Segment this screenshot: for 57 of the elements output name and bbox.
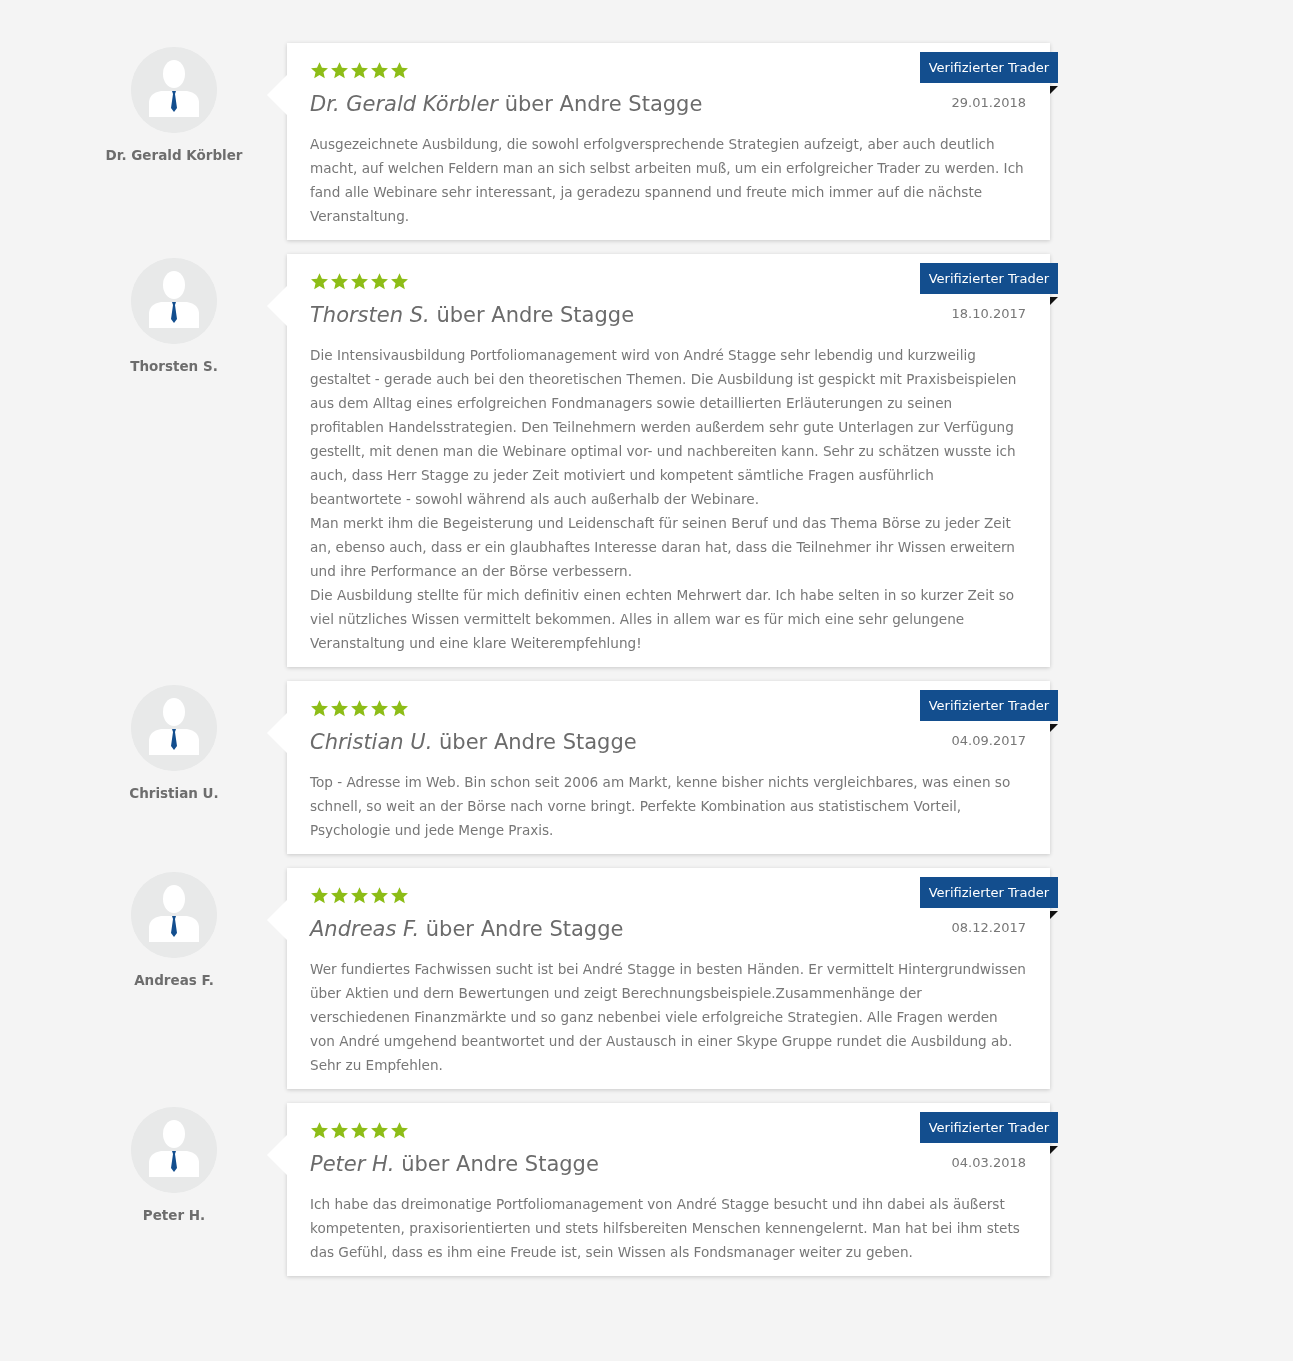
- author-name: Dr. Gerald Körbler: [105, 147, 243, 163]
- star-icon: [370, 886, 389, 905]
- verified-badge: Verifizierter Trader: [919, 52, 1058, 83]
- review-date: 08.12.2017: [951, 920, 1026, 935]
- review-title: Dr. Gerald Körbler über Andre Stagge: [310, 92, 703, 116]
- verified-badge: Verifizierter Trader: [919, 877, 1058, 908]
- star-icon: [370, 272, 389, 291]
- verified-badge: Verifizierter Trader: [919, 1112, 1058, 1143]
- review-date: 18.10.2017: [951, 306, 1026, 321]
- star-icon: [390, 699, 409, 718]
- star-icon: [330, 886, 349, 905]
- author-name: Andreas F.: [134, 972, 214, 988]
- star-icon: [390, 61, 409, 80]
- star-icon: [330, 699, 349, 718]
- review-text: Die Ausbildung stellte für mich definitiv einen echten Mehrwert dar. Ich habe selten in so kurzer Zeit so viel nützliches Wissen vermittelt bekommen. Alles in allem war es für mich eine sehr gelungene Veranstaltung und eine klare Weiterempfehlung!: [310, 586, 1016, 653]
- review-title: Peter H. über Andre Stagge: [310, 1152, 599, 1176]
- verified-badge: Verifizierter Trader: [919, 690, 1058, 721]
- star-icon: [310, 886, 329, 905]
- star-icon: [310, 1121, 329, 1140]
- star-icon: [370, 61, 389, 80]
- star-icon: [370, 1121, 389, 1140]
- star-icon: [350, 1121, 369, 1140]
- review-title: Andreas F. über Andre Stagge: [310, 917, 624, 941]
- review-date: 04.03.2018: [951, 1155, 1026, 1170]
- ribbon-fold-icon: [1050, 1146, 1058, 1154]
- star-icon: [350, 886, 369, 905]
- star-icon: [390, 1121, 409, 1140]
- star-icon: [390, 886, 409, 905]
- author-name: Thorsten S.: [130, 358, 218, 374]
- review-text: Wer fundiertes Fachwissen sucht ist bei André Stagge in besten Händen. Er vermittelt Hintergrundwissen über Aktien und dern Bewertungen und zeigt Berechnungsbeispiele.Zusammenhänge der verschiedenen Finanzmärkte und so ganz nebenbei viele erfolgreiche Strategien. Alle Fragen werden von André umgehend beantwortet und der Austausch in einer Skype Gruppe rundet die Ausbildung ab. Sehr zu Empfehlen.: [310, 960, 1026, 1075]
- review-text: Die Intensivausbildung Portfoliomanagement wird von André Stagge sehr lebendig und kurzweilig gestaltet - gerade auch bei den theoretischen Themen. Die Ausbildung ist gespickt mit Praxisbeispielen aus dem Alltag eines erfolgreichen Fondmanagers sowie detaillierten Erläuterungen zu seinen profitablen Handelsstrategien. Den Teilnehmern werden außerdem sehr gute Unterlagen zur Verfügung gestellt, mit denen man die Webinare optimal vor- und nachbereiten kann. Sehr zu schätzen wusste ich auch, dass Herr Stagge zu jeder Zeit motiviert und kompetent sämtliche Fragen ausführlich beantwortete - sowohl während als auch außerhalb der Webinare.: [310, 346, 1018, 509]
- ribbon-fold-icon: [1050, 297, 1058, 305]
- verified-badge: Verifizierter Trader: [919, 263, 1058, 294]
- star-icon: [330, 1121, 349, 1140]
- star-icon: [310, 61, 329, 80]
- review-text: Top - Adresse im Web. Bin schon seit 2006 am Markt, kenne bisher nichts vergleichbares, was einen so schnell, so weit an der Börse nach vorne bringt. Perfekte Kombination aus statistischem Vorteil, Psychologie und jede Menge Praxis.: [310, 773, 1012, 840]
- star-icon: [350, 61, 369, 80]
- author-name: Peter H.: [142, 1207, 206, 1223]
- star-icon: [330, 272, 349, 291]
- ribbon-fold-icon: [1050, 724, 1058, 732]
- review-text: Man merkt ihm die Begeisterung und Leidenschaft für seinen Beruf und das Thema Börse zu jeder Zeit an, ebenso auch, dass er ein glaubhaftes Interesse daran hat, dass die Teilnehmer ihr Wissen erweitern und ihre Performance an der Börse verbessern.: [310, 514, 1016, 581]
- ribbon-fold-icon: [1050, 86, 1058, 94]
- star-icon: [330, 61, 349, 80]
- star-icon: [310, 699, 329, 718]
- review-text: Ich habe das dreimonatige Portfoliomanagement von André Stagge besucht und ihn dabei als äußerst kompetenten, praxisorientierten und stets hilfsbereiten Menschen kennengelernt. Man hat bei ihm stets das Gefühl, dass es ihm eine Freude ist, sein Wissen als Fondsmanager weiter zu geben.: [310, 1195, 1021, 1262]
- star-icon: [370, 699, 389, 718]
- review-title: Thorsten S. über Andre Stagge: [310, 303, 635, 327]
- star-icon: [350, 699, 369, 718]
- star-icon: [310, 272, 329, 291]
- review-date: 29.01.2018: [951, 95, 1026, 110]
- star-icon: [350, 272, 369, 291]
- review-title: Christian U. über Andre Stagge: [310, 730, 637, 754]
- star-icon: [390, 272, 409, 291]
- review-date: 04.09.2017: [951, 733, 1026, 748]
- author-name: Christian U.: [129, 785, 219, 801]
- review-text: Ausgezeichnete Ausbildung, die sowohl erfolgversprechende Strategien aufzeigt, aber auch deutlich macht, auf welchen Feldern man an sich selbst arbeiten muß, um ein erfolgreicher Trader zu werden. Ich fand alle Webinare sehr interessant, ja geradezu spannend und freute mich immer auf die nächste Veranstaltung.: [310, 135, 1025, 226]
- ribbon-fold-icon: [1050, 911, 1058, 919]
